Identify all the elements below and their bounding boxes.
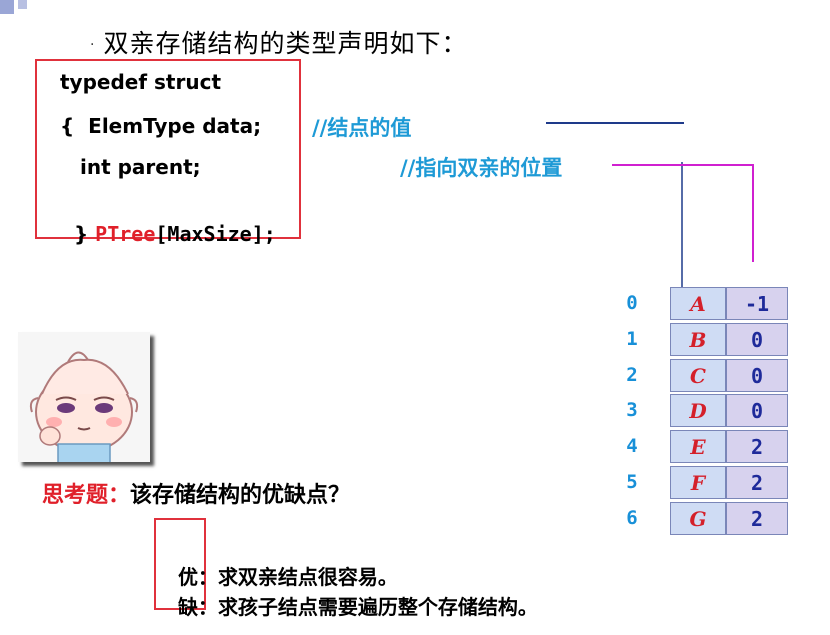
table-cell-parent: -1 bbox=[726, 287, 788, 320]
thinking-question: 思考题：该存储结构的优缺点？ bbox=[42, 477, 350, 509]
table-cell-data: D bbox=[670, 394, 726, 427]
table-row-index: 2 bbox=[626, 364, 638, 386]
table-cell-data: F bbox=[670, 466, 726, 499]
answer-con-label: 缺： bbox=[177, 595, 218, 619]
table-cell-data: G bbox=[670, 502, 726, 535]
question-label: 思考题： bbox=[42, 483, 131, 508]
table-cell-data: B bbox=[670, 323, 726, 356]
question-text: 该存储结构的优缺点？ bbox=[130, 483, 351, 508]
table-cell-parent: 0 bbox=[726, 359, 788, 392]
table-cell-parent: 2 bbox=[726, 502, 788, 535]
answer-con-text: 求孩子结点需要遍历整个存储结构。 bbox=[217, 595, 538, 619]
table-cell-data: E bbox=[670, 430, 726, 463]
table-cell-parent: 0 bbox=[726, 323, 788, 356]
table-cell-data: C bbox=[670, 359, 726, 392]
table-row-index: 5 bbox=[626, 471, 638, 493]
table-cell-parent: 2 bbox=[726, 466, 788, 499]
table-row-index: 4 bbox=[626, 435, 638, 457]
thinking-avatar-image bbox=[18, 332, 150, 462]
table-row-index: 0 bbox=[626, 292, 638, 314]
table-row-index: 3 bbox=[626, 399, 638, 421]
table-row-index: 1 bbox=[626, 328, 638, 350]
answer-con: 缺：求孩子结点需要遍历整个存储结构。 bbox=[164, 567, 538, 620]
table-cell-parent: 0 bbox=[726, 394, 788, 427]
table-cell-parent: 2 bbox=[726, 430, 788, 463]
table-cell-data: A bbox=[670, 287, 726, 320]
table-row-index: 6 bbox=[626, 507, 638, 529]
